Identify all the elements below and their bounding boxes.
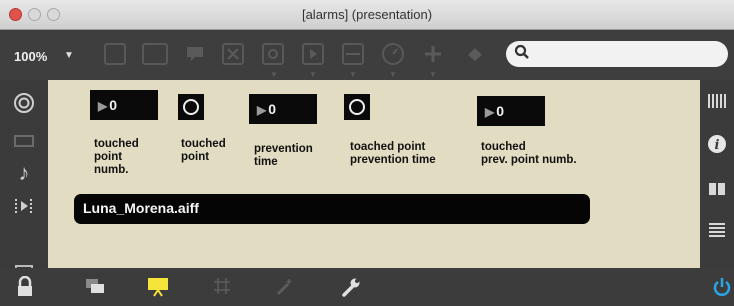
minus-caret-icon: ▼ [349,70,357,79]
label-touched-prev-point-numb: touched prev. point numb. [481,141,577,166]
info-icon[interactable]: i [700,134,734,159]
close-box-icon[interactable] [222,43,244,65]
dial-icon[interactable] [382,43,404,65]
dial-caret-icon: ▼ [389,70,397,79]
windows-icon[interactable] [84,276,106,302]
comment-icon[interactable] [184,43,206,65]
keyboard-icon[interactable] [700,92,734,117]
toolbar: 100% ▼ ▼ ▼ ▼ ▼ ▼ [0,30,734,80]
window-title: [alarms] (presentation) [301,7,433,22]
toggle-ring-icon [183,99,199,115]
label-prevention-time: prevention time [254,143,313,168]
search-icon [514,44,530,64]
bottom-bar [0,268,734,306]
plus-caret-icon: ▼ [429,70,437,79]
columns-icon[interactable] [700,180,734,203]
presentation-mode-icon[interactable] [146,276,170,304]
slider-icon[interactable] [0,132,48,155]
list-icon[interactable] [700,220,734,245]
presentation-icon[interactable] [142,43,168,65]
svg-text:i: i [715,138,720,153]
left-sidebar: ♪ [0,80,48,275]
message-box-filename[interactable]: Luna_Morena.aiff [74,194,590,224]
patcher-canvas[interactable]: ▶ 0 ▶ 0 ▶ 0 touched point numb. touched poi… [48,80,700,268]
grid-icon[interactable] [212,276,232,302]
object-caret-icon: ▼ [270,70,278,79]
label-toached-point-prevention-time: toached point prevention time [350,141,436,166]
step-play-icon[interactable] [0,196,48,222]
minus-icon[interactable] [342,43,364,65]
toggle-prevention-time[interactable] [344,94,370,120]
plus-icon[interactable] [422,43,444,65]
music-note-icon[interactable]: ♪ [0,160,48,186]
paint-bucket-icon[interactable] [464,43,486,65]
edit-tool-icon[interactable] [274,276,296,304]
object-icon[interactable] [262,43,284,65]
zoom-level[interactable]: 100% [14,49,47,64]
number-box-prev-point-numb[interactable]: ▶ 0 [477,96,545,126]
right-sidebar: i [700,80,734,268]
message-icon[interactable] [302,43,324,65]
zoom-dropdown-icon[interactable]: ▼ [64,50,74,61]
number-triangle-icon: ▶ [485,105,495,119]
label-touched-point: touched point [181,138,226,163]
number-triangle-icon: ▶ [257,103,267,117]
toggle-ring-icon [349,99,365,115]
message-caret-icon: ▼ [309,70,317,79]
power-icon[interactable] [712,276,732,304]
number-box-prevention-time[interactable]: ▶ 0 [249,94,317,124]
search-input[interactable] [506,41,728,67]
title-bar: [alarms] (presentation) [0,0,734,30]
label-touched-point-numb: touched point numb. [94,138,139,176]
wrench-icon[interactable] [340,276,362,304]
number-box-touched-point[interactable]: ▶ 0 [90,90,158,120]
toggle-touched-point[interactable] [178,94,204,120]
grid-view-icon[interactable] [104,43,126,65]
lock-icon[interactable] [16,275,34,304]
number-triangle-icon: ▶ [98,99,108,113]
target-icon[interactable] [0,92,48,120]
